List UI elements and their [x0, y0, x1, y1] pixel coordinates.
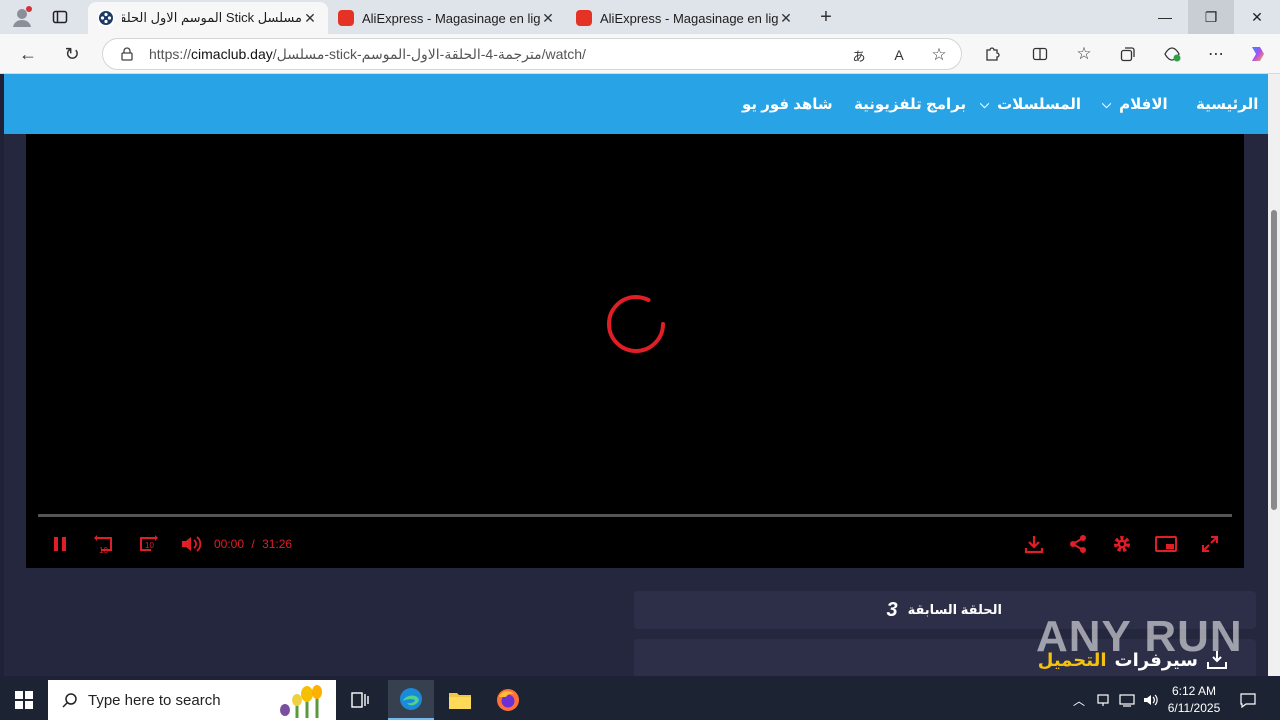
url-path: /مسلسل-stick-مترجمة-4-الحلقة-الاول-الموس…: [272, 45, 586, 62]
tab-title: AliExpress - Magasinage en ligne: [362, 10, 540, 26]
site-info-icon[interactable]: [119, 46, 135, 62]
close-window-icon[interactable]: ✕: [1234, 0, 1280, 34]
system-clock[interactable]: 6:12 AM 6/11/2025: [1160, 683, 1228, 717]
page-scrollbar[interactable]: [1268, 74, 1280, 676]
nav-label: الافلام: [1119, 96, 1168, 113]
anyrun-watermark: ANY RUN: [1036, 612, 1243, 661]
firefox-icon[interactable]: [486, 680, 530, 720]
forward-10-button[interactable]: 10: [136, 532, 160, 556]
tab-title: AliExpress - Magasinage en ligne: [600, 10, 778, 26]
nav-watch-for-you[interactable]: شاهد فور يو: [742, 74, 833, 134]
clock-time: 6:12 AM: [1171, 684, 1217, 698]
show-hidden-icons-chevron-icon[interactable]: ︿: [1068, 680, 1090, 720]
tab-title: مسلسل Stick الموسم الاول الحلقة 4: [122, 10, 302, 25]
back-icon[interactable]: ←: [16, 42, 40, 66]
network-icon[interactable]: [1116, 680, 1138, 720]
new-tab-icon[interactable]: +: [814, 5, 838, 29]
favorite-star-icon[interactable]: ☆: [929, 45, 949, 65]
taskbar-search-box[interactable]: Type here to search: [48, 680, 336, 720]
nav-series[interactable]: ⌵ المسلسلات: [980, 74, 1081, 134]
duration: 31:26: [262, 537, 293, 551]
split-screen-icon[interactable]: [1028, 42, 1052, 66]
loading-spinner-icon: [607, 295, 665, 353]
copilot-icon[interactable]: [1246, 42, 1270, 66]
close-tab-icon[interactable]: ✕: [302, 10, 318, 27]
current-time: 00:00: [214, 537, 245, 551]
tab-actions-icon[interactable]: [48, 5, 72, 29]
nav-tv-shows[interactable]: برامج تلفزيونية: [854, 74, 966, 134]
read-aloud-icon[interactable]: A: [889, 45, 909, 65]
nav-label: الرئيسية: [1196, 96, 1259, 113]
fullscreen-button[interactable]: [1198, 532, 1222, 556]
task-view-icon[interactable]: [340, 680, 380, 720]
nav-label: المسلسلات: [997, 96, 1082, 113]
url-field[interactable]: https://cimaclub.day/مسلسل-stick-مترجمة-…: [102, 38, 962, 70]
nav-movies[interactable]: ⌵ الافلام: [1102, 74, 1168, 134]
close-tab-icon[interactable]: ✕: [778, 10, 794, 27]
film-reel-icon: [98, 10, 114, 26]
share-button[interactable]: [1066, 532, 1090, 556]
previous-episode-text: الحلقة السابقة: [907, 602, 1002, 617]
file-explorer-icon[interactable]: [438, 680, 482, 720]
search-icon: [60, 690, 80, 710]
seek-bar[interactable]: [38, 514, 1232, 517]
chevron-down-icon: ⌵: [980, 96, 990, 111]
volume-icon[interactable]: [1140, 680, 1162, 720]
previous-episode-number: 3: [886, 598, 898, 621]
windows-taskbar: Type here to search ︿ 6:12 AM 6/11/2025: [0, 680, 1280, 720]
download-button[interactable]: [1022, 532, 1046, 556]
restore-icon[interactable]: ❐: [1188, 0, 1234, 34]
picture-in-picture-button[interactable]: [1154, 532, 1178, 556]
web-page: الرئيسية ⌵ الافلام ⌵ المسلسلات برامج تلف…: [4, 74, 1268, 676]
profile-avatar-icon[interactable]: [8, 5, 36, 29]
tulip-decoration-icon: [266, 682, 332, 718]
extensions-icon[interactable]: [980, 42, 1004, 66]
url-scheme: https://: [149, 46, 192, 62]
edge-browser-icon[interactable]: [388, 680, 434, 720]
collections-icon[interactable]: [1116, 42, 1140, 66]
time-display: 00:00 / 31:26: [214, 537, 292, 551]
aliexpress-logo-icon: [576, 10, 592, 26]
rewind-10-button[interactable]: 10: [92, 532, 116, 556]
previous-episode-label: الحلقة السابقة 3: [886, 591, 1002, 629]
svg-text:10: 10: [145, 541, 154, 550]
browser-tab-bar: مسلسل Stick الموسم الاول الحلقة 4 ✕ AliE…: [0, 0, 1280, 34]
nav-label: برامج تلفزيونية: [854, 96, 967, 113]
clock-date: 6/11/2025: [1167, 701, 1221, 715]
tab-cimaclub[interactable]: مسلسل Stick الموسم الاول الحلقة 4 ✕: [88, 2, 328, 34]
volume-button[interactable]: [180, 532, 204, 556]
url-host: cimaclub.day: [191, 46, 273, 62]
favorites-icon[interactable]: ☆: [1072, 42, 1096, 66]
browser-essentials-icon[interactable]: [1160, 42, 1184, 66]
network-drive-icon[interactable]: [1092, 680, 1114, 720]
video-player[interactable]: 10 10 00:00 / 31:26: [26, 134, 1244, 568]
minimize-icon[interactable]: —: [1142, 0, 1188, 34]
aliexpress-logo-icon: [338, 10, 354, 26]
nav-label: شاهد فور يو: [742, 96, 833, 113]
site-nav: الرئيسية ⌵ الافلام ⌵ المسلسلات برامج تلف…: [4, 74, 1268, 134]
svg-text:10: 10: [99, 546, 108, 554]
settings-gear-button[interactable]: [1110, 532, 1134, 556]
scrollbar-thumb[interactable]: [1271, 210, 1277, 510]
pause-button[interactable]: [50, 532, 70, 556]
tab-aliexpress-2[interactable]: AliExpress - Magasinage en ligne ✕: [566, 2, 804, 34]
close-tab-icon[interactable]: ✕: [540, 10, 556, 27]
time-separator: /: [251, 537, 255, 551]
windows-start-icon[interactable]: [0, 680, 48, 720]
search-placeholder: Type here to search: [88, 691, 221, 709]
nav-home[interactable]: الرئيسية: [1196, 74, 1258, 134]
translate-icon[interactable]: あ: [849, 45, 869, 65]
refresh-icon[interactable]: ↻: [60, 42, 84, 66]
more-menu-icon[interactable]: ⋯: [1204, 42, 1228, 66]
notifications-icon[interactable]: [1234, 680, 1262, 720]
tab-aliexpress-1[interactable]: AliExpress - Magasinage en ligne ✕: [328, 2, 566, 34]
address-toolbar: ← ↻ https://cimaclub.day/مسلسل-stick-متر…: [0, 34, 1280, 74]
chevron-down-icon: ⌵: [1102, 96, 1112, 111]
